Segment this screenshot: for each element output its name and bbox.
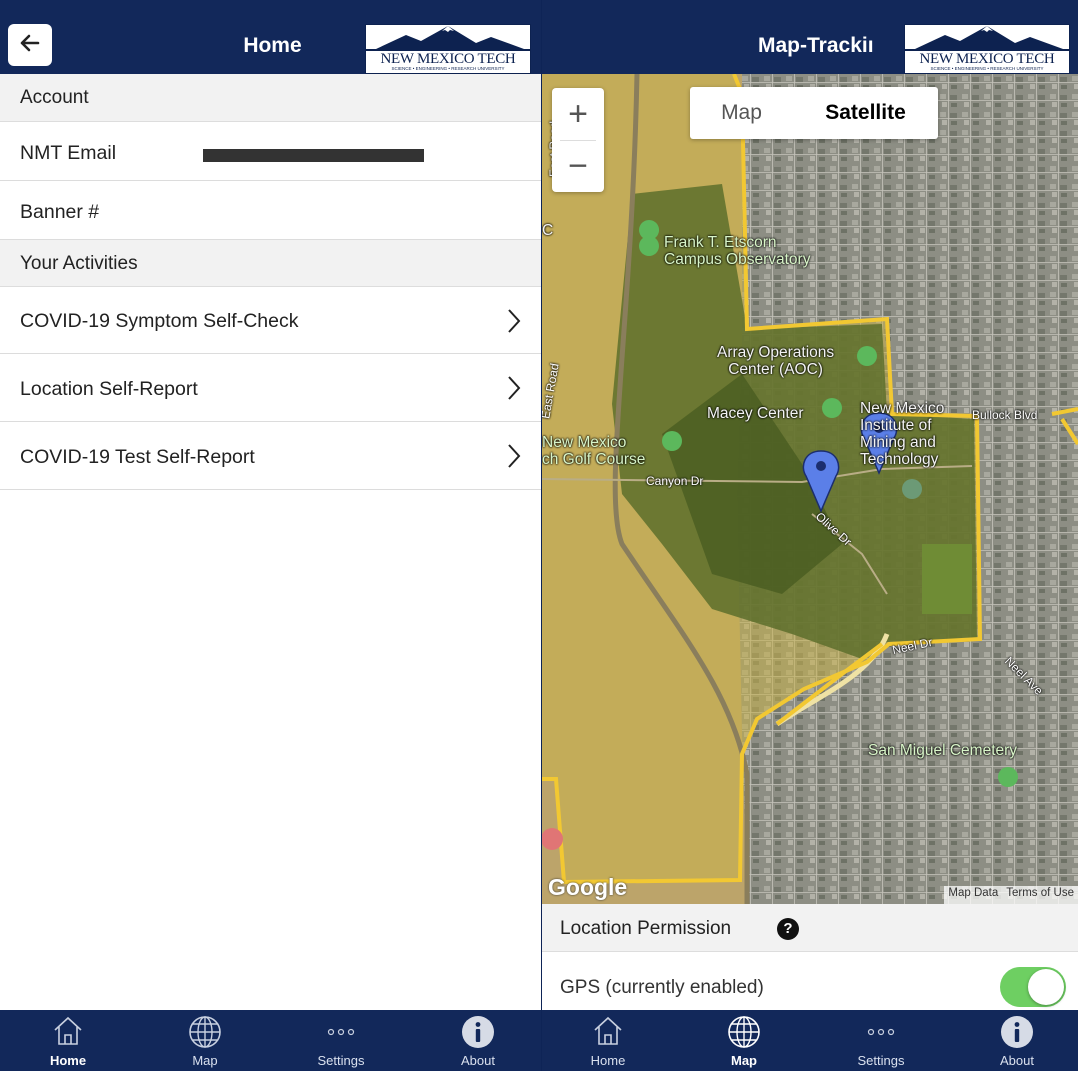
map-attribution: Map Data Terms of Use: [944, 886, 1078, 904]
tab-label: Home: [590, 1053, 626, 1068]
chevron-right-icon: [507, 443, 521, 475]
map-label-cemetery: San Miguel Cemetery: [868, 742, 1018, 759]
activity-label: COVID-19 Test Self-Report: [20, 446, 255, 468]
globe-icon: [726, 1014, 762, 1055]
tab-label: Map: [192, 1053, 218, 1068]
info-icon: [999, 1014, 1035, 1055]
logo-tagline: SCIENCE • ENGINEERING • RESEARCH UNIVERS…: [930, 66, 1044, 71]
activity-location-self-report[interactable]: Location Self-Report: [0, 355, 541, 422]
tab-map[interactable]: Map: [155, 1010, 255, 1071]
tab-about[interactable]: About: [428, 1010, 528, 1071]
toggle-knob: [1028, 969, 1064, 1005]
map-label-institute: New Mexico Institute of Mining and Techn…: [860, 400, 945, 468]
activity-symptom-self-check[interactable]: COVID-19 Symptom Self-Check: [0, 288, 541, 354]
tab-about[interactable]: About: [967, 1010, 1067, 1071]
activity-label: COVID-19 Symptom Self-Check: [20, 310, 299, 332]
logo-tagline: SCIENCE • ENGINEERING • RESEARCH UNIVERS…: [391, 66, 505, 71]
road-label-bullock: Bullock Blvd: [972, 408, 1038, 422]
nmt-email-label: NMT Email: [20, 142, 117, 164]
home-header: Home NEW MEXICO TECH SCIENCE • ENGINEERI…: [0, 0, 541, 74]
road-label-canyon: Canyon Dr: [646, 474, 704, 488]
map-data-link[interactable]: Map Data: [944, 886, 1003, 904]
tab-label: Home: [49, 1053, 87, 1068]
map-type-satellite-button[interactable]: Satellite: [793, 87, 938, 139]
terms-of-use-link[interactable]: Terms of Use: [1002, 886, 1078, 904]
more-icon: [326, 1024, 356, 1042]
page-title: Map-Trackiı: [758, 34, 874, 57]
redacted-email-value: [203, 149, 424, 162]
map-header: Map-Trackiı NEW MEXICO TECH SCIENCE • EN…: [542, 0, 1078, 74]
map-label-golf-course: New Mexico ch Golf Course: [542, 434, 646, 468]
info-icon: [460, 1014, 496, 1055]
map-type-toggle: Map Satellite: [690, 87, 938, 139]
zoom-in-button[interactable]: +: [552, 88, 604, 140]
tab-label: About: [1000, 1053, 1034, 1068]
map-label-aoc: Array Operations Center (AOC): [717, 344, 835, 378]
zoom-controls: + −: [552, 88, 604, 192]
chevron-right-icon: [507, 308, 521, 340]
activity-test-self-report[interactable]: COVID-19 Test Self-Report: [0, 423, 541, 490]
more-icon: [866, 1024, 896, 1042]
nmt-email-row: NMT Email: [0, 123, 541, 181]
banner-label: Banner #: [20, 201, 100, 223]
satellite-map[interactable]: Frank T. Etscorn Campus Observatory Arra…: [542, 74, 1078, 904]
tab-label: About: [461, 1053, 495, 1068]
nmt-logo: NEW MEXICO TECH SCIENCE • ENGINEERING • …: [904, 24, 1070, 74]
home-icon: [591, 1014, 625, 1053]
bottom-tab-bar: Home Map Settings About: [0, 1010, 541, 1071]
account-section-header: Account: [0, 74, 541, 122]
map-tracking-screen: Map-Trackiı NEW MEXICO TECH SCIENCE • EN…: [542, 0, 1078, 1071]
location-permission-header: Location Permission ?: [542, 904, 1078, 952]
map-label-observatory: Frank T. Etscorn Campus Observatory: [664, 234, 811, 268]
globe-icon: [187, 1014, 223, 1055]
tab-label: Map: [731, 1053, 757, 1068]
tab-label: Settings: [857, 1053, 905, 1068]
gps-label: GPS (currently enabled): [560, 977, 764, 998]
gps-row: GPS (currently enabled): [542, 953, 1078, 1010]
map-imagery: [542, 74, 1078, 904]
home-icon: [51, 1014, 85, 1053]
google-logo: Google: [548, 874, 628, 900]
map-label-macey: Macey Center: [707, 405, 804, 422]
activities-section-header: Your Activities: [0, 240, 541, 287]
nmt-logo: NEW MEXICO TECH SCIENCE • ENGINEERING • …: [365, 24, 531, 74]
tab-settings[interactable]: Settings: [291, 1010, 391, 1071]
help-icon[interactable]: ?: [777, 918, 799, 940]
map-type-map-button[interactable]: Map: [690, 87, 793, 139]
map-label-c: C: [542, 222, 554, 239]
bottom-tab-bar: Home Map Settings About: [542, 1010, 1078, 1071]
tab-home[interactable]: Home: [558, 1010, 658, 1071]
zoom-out-button[interactable]: −: [552, 140, 604, 192]
chevron-right-icon: [507, 375, 521, 407]
home-screen: Home NEW MEXICO TECH SCIENCE • ENGINEERI…: [0, 0, 541, 1071]
location-permission-label: Location Permission: [560, 918, 732, 939]
tab-label: Settings: [317, 1053, 365, 1068]
activity-label: Location Self-Report: [20, 378, 198, 400]
banner-row: Banner #: [0, 182, 541, 240]
tab-home[interactable]: Home: [18, 1010, 118, 1071]
gps-toggle[interactable]: [1000, 967, 1066, 1007]
tab-settings[interactable]: Settings: [831, 1010, 931, 1071]
tab-map[interactable]: Map: [694, 1010, 794, 1071]
